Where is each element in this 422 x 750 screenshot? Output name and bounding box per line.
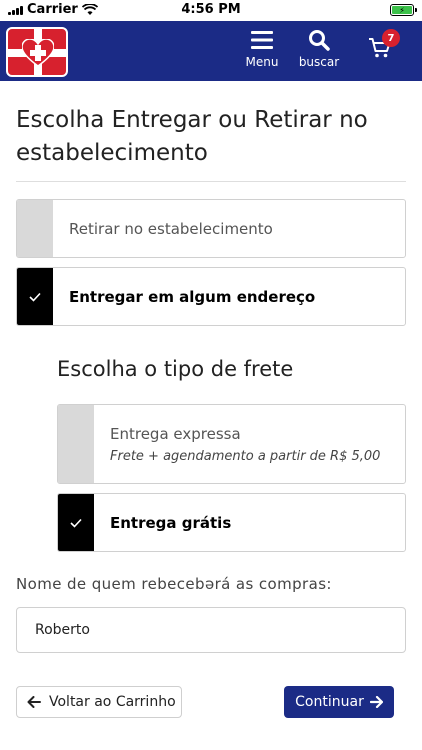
checkmark-icon [29,292,41,302]
recipient-name-input[interactable] [16,607,406,653]
option-deliver[interactable]: Entregar em algum endereço [16,267,406,326]
back-to-cart-button[interactable]: Voltar ao Carrinho [16,686,182,718]
clock: 4:56 PM [181,2,241,17]
battery-icon: ⚡ [390,4,417,16]
option-pickup-label: Retirar no estabelecimento [69,220,273,238]
cart-button[interactable]: 7 [360,25,400,71]
menu-label: Menu [245,55,279,69]
recipient-label: Nome de quem rebecebərá as compras: [16,575,332,593]
option-deliver-label: Entregar em algum endereço [69,288,316,306]
option-express-shipping[interactable]: Entrega expressa Frete + agendamento a p… [57,404,406,484]
search-button[interactable]: buscar [296,25,342,69]
cart-count-badge: 7 [382,29,400,47]
arrow-right-icon [369,696,383,708]
option-express-note: Frete + agendamento a partir de R$ 5,00 [110,449,381,464]
unchecked-box [58,405,94,483]
arrow-left-icon [27,696,41,708]
checked-box [17,268,53,325]
back-label: Voltar ao Carrinho [49,694,176,710]
continue-button[interactable]: Continuar [284,686,394,718]
checkmark-icon [70,518,82,528]
option-free-label: Entrega grátis [110,514,232,532]
option-pickup[interactable]: Retirar no estabelecimento [16,199,406,258]
option-free-shipping[interactable]: Entrega grátis [57,493,406,552]
menu-button[interactable]: Menu [240,25,284,69]
app-header: Menu buscar 7 [0,21,422,81]
heart-icon [22,39,54,67]
search-icon [309,30,330,51]
option-express-label: Entrega expressa [110,425,241,443]
shipping-title: Escolha o tipo de frete [57,357,294,381]
continue-label: Continuar [295,694,364,710]
search-label: buscar [298,55,340,69]
page-title: Escolha Entregar ou Retirar no estabelec… [16,107,368,166]
hamburger-icon [251,31,273,49]
unchecked-box [17,200,53,257]
status-bar: Carrier 4:56 PM ⚡ [0,0,422,21]
checked-box [58,494,94,551]
divider [16,181,406,182]
brand-logo[interactable] [6,27,68,77]
